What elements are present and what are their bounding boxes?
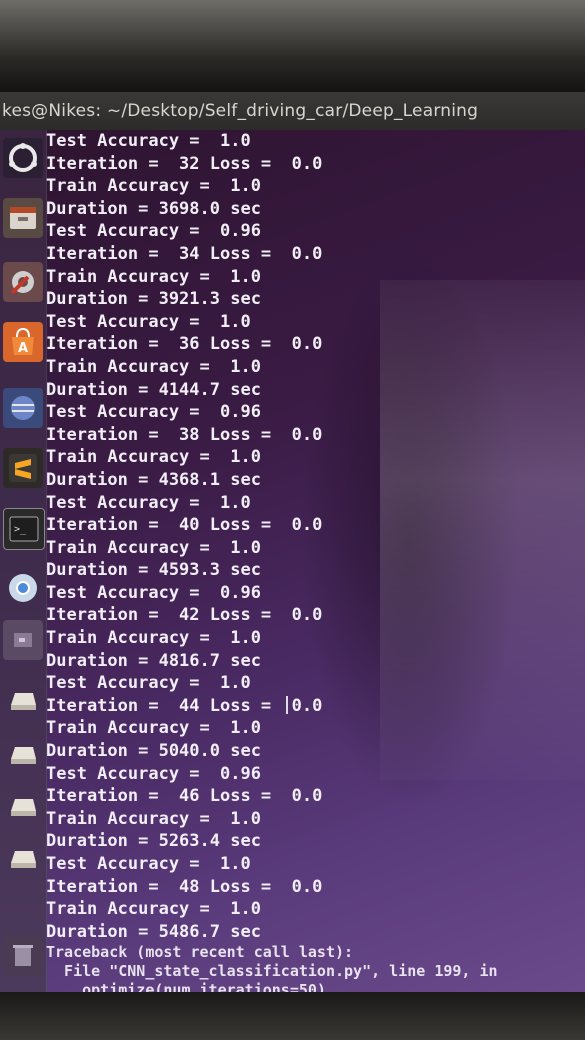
launcher-terminal[interactable]: >_	[3, 508, 45, 550]
disk-icon-3	[11, 851, 36, 868]
svg-text:>_: >_	[14, 524, 27, 535]
sublime-text-icon	[9, 454, 37, 482]
terminal-line: Train Accuracy = 1.0	[46, 356, 261, 377]
terminal-line: Train Accuracy = 1.0	[46, 537, 261, 558]
usb-drive-icon	[11, 693, 36, 710]
terminal-line: Train Accuracy = 1.0	[46, 266, 261, 287]
terminal-line: Test Accuracy = 1.0	[46, 492, 251, 513]
terminal-line: Train Accuracy = 1.0	[46, 899, 261, 920]
terminal-line: Duration = 4368.1 sec	[46, 469, 261, 490]
terminal-icon: >_	[9, 516, 39, 542]
launcher-chrome[interactable]	[3, 568, 43, 608]
terminal-line: Iteration = 48 Loss = 0.0	[46, 876, 323, 897]
terminal-line: Iteration = 40 Loss = 0.0	[46, 515, 323, 536]
terminal-line: Test Accuracy = 1.0	[46, 311, 251, 332]
launcher-drive[interactable]	[3, 620, 43, 660]
launcher-disk-2[interactable]	[3, 786, 43, 826]
trash-icon	[13, 945, 33, 966]
launcher-app[interactable]	[3, 388, 43, 428]
launcher-settings[interactable]	[3, 262, 43, 302]
system-settings-icon	[10, 271, 34, 295]
sublime-like-icon	[11, 396, 35, 420]
traceback-line: File "CNN_state_classification.py", line…	[46, 962, 498, 981]
terminal-line: Train Accuracy = 1.0	[46, 628, 261, 649]
launcher-disk-3[interactable]	[3, 838, 43, 878]
software-center-icon: A	[12, 327, 34, 356]
terminal-line: Test Accuracy = 1.0	[46, 854, 251, 874]
disk-icon	[11, 747, 36, 764]
terminal-line: Test Accuracy = 0.96	[46, 221, 261, 242]
monitor-bezel-bottom	[0, 992, 585, 1040]
launcher-files[interactable]	[3, 198, 43, 238]
text-cursor	[286, 696, 296, 714]
terminal-line: Iteration = 42 Loss = 0.0	[46, 605, 323, 626]
terminal-line: Iteration = 38 Loss = 0.0	[46, 424, 323, 445]
terminal-line: Iteration = 32 Loss = 0.0	[46, 153, 323, 174]
terminal-titlebar[interactable]: kes@Nikes: ~/Desktop/Self_driving_car/De…	[0, 92, 585, 130]
window-title: kes@Nikes: ~/Desktop/Self_driving_car/De…	[2, 101, 479, 121]
monitor-bezel-top	[0, 0, 585, 95]
terminal-line: Duration = 4593.3 sec	[46, 560, 261, 581]
terminal-line: Train Accuracy = 1.0	[46, 176, 261, 197]
terminal-line: Test Accuracy = 0.96	[46, 763, 261, 784]
launcher-usb[interactable]	[3, 680, 43, 720]
launcher-sublime[interactable]	[3, 448, 43, 488]
terminal-line: Duration = 5040.0 sec	[46, 741, 261, 762]
terminal-line: Duration = 4144.7 sec	[46, 379, 261, 400]
unity-launcher: A >_	[0, 130, 47, 992]
terminal-output[interactable]: Test Accuracy = 1.0 Iteration = 32 Loss =…	[46, 130, 585, 992]
terminal-line: Duration = 5486.7 sec	[46, 921, 261, 942]
svg-text:A: A	[18, 341, 28, 356]
traceback-line: Traceback (most recent call last):	[46, 943, 354, 962]
terminal-line: Iteration = 44 Loss = 0.0	[46, 695, 323, 716]
terminal-line: Iteration = 36 Loss = 0.0	[46, 334, 323, 355]
files-icon	[10, 207, 36, 229]
launcher-software-center[interactable]: A	[3, 322, 43, 362]
terminal-line: Duration = 3921.3 sec	[46, 289, 261, 310]
terminal-line: Train Accuracy = 1.0	[46, 718, 261, 739]
terminal-line: Train Accuracy = 1.0	[46, 808, 261, 829]
chrome-icon	[9, 574, 37, 602]
launcher-trash[interactable]	[3, 935, 43, 975]
traceback-line: optimize(num_iterations=50)	[46, 981, 326, 992]
terminal-line: Duration = 5263.4 sec	[46, 831, 261, 852]
terminal-line: Duration = 3698.0 sec	[46, 198, 261, 219]
disk-icon-2	[11, 799, 36, 816]
launcher-disk-1[interactable]	[3, 734, 43, 774]
terminal-line: Test Accuracy = 1.0	[46, 131, 251, 151]
terminal-line: Iteration = 34 Loss = 0.0	[46, 243, 323, 264]
screen: A >_ Test Accuracy = 1.0 Iteration = 32 …	[0, 130, 585, 992]
terminal-line: Iteration = 46 Loss = 0.0	[46, 786, 323, 807]
terminal-line: Duration = 4816.7 sec	[46, 650, 261, 671]
terminal-line: Train Accuracy = 1.0	[46, 447, 261, 468]
drive-icon	[14, 633, 32, 647]
terminal-line: Test Accuracy = 0.96	[46, 582, 261, 603]
terminal-line: Test Accuracy = 0.96	[46, 402, 261, 423]
ubuntu-dash-icon	[9, 143, 37, 172]
terminal-line: Test Accuracy = 1.0	[46, 673, 251, 694]
launcher-dash[interactable]	[3, 138, 43, 178]
